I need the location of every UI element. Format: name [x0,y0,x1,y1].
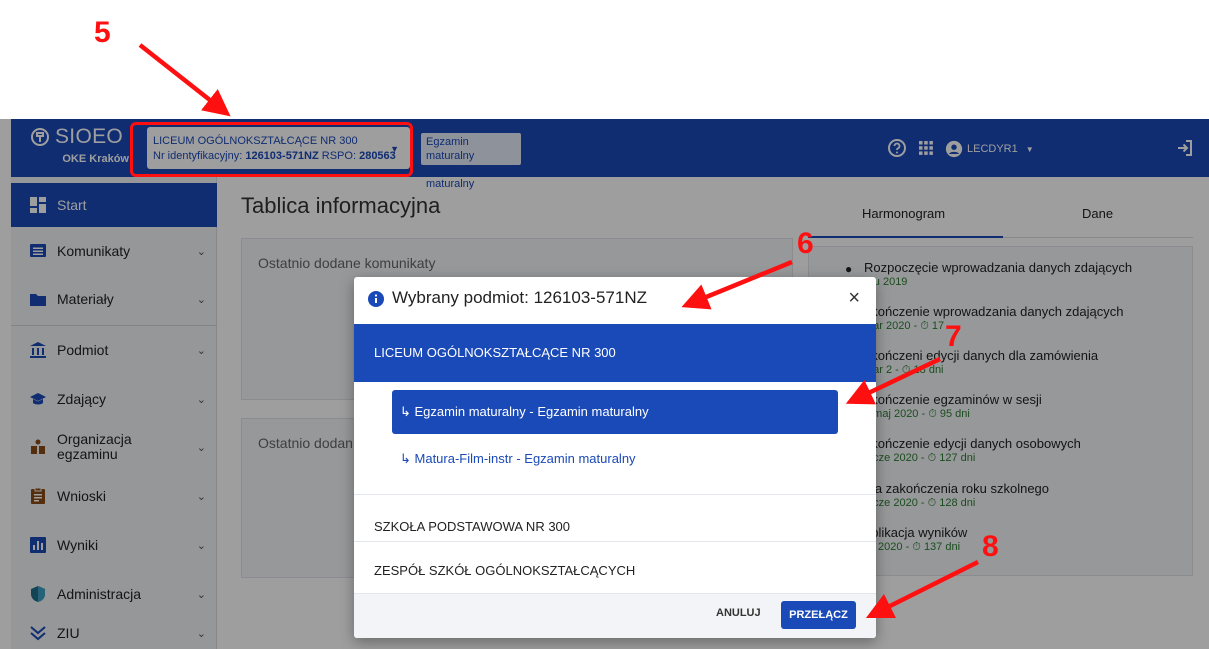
annotation-highlight-box [130,122,413,177]
dialog-title: Wybrany podmiot: 126103-571NZ [392,288,647,307]
exam-option-selected[interactable]: ↳ Egzamin maturalny - Egzamin maturalny [392,390,838,434]
screen: SIOEO OKE Kraków LICEUM OGÓLNOKSZTAŁCĄCE… [0,0,1209,649]
dialog-footer: ANULUJ PRZEŁĄCZ [354,593,876,638]
divider [354,541,876,542]
annotation-number-5: 5 [94,16,111,49]
dialog-header: Wybrany podmiot: 126103-571NZ × [354,277,876,323]
divider [354,494,876,495]
switch-button[interactable]: PRZEŁĄCZ [781,601,856,629]
cancel-button[interactable]: ANULUJ [716,607,761,619]
annotation-number-7: 7 [945,320,962,353]
exam-option[interactable]: ↳ Matura-Film-instr - Egzamin maturalny [392,437,838,481]
annotation-number-8: 8 [982,530,999,563]
entity-group-selected[interactable]: LICEUM OGÓLNOKSZTAŁCĄCE NR 300 [354,324,876,382]
annotation-number-6: 6 [797,227,814,260]
info-icon [368,291,384,307]
screenshot-margin [0,0,1209,119]
entity-group-item[interactable]: SZKOŁA PODSTAWOWA NR 300 [354,502,876,550]
close-icon[interactable]: × [848,288,860,308]
select-entity-dialog: Wybrany podmiot: 126103-571NZ × LICEUM O… [354,277,876,638]
entity-group-item[interactable]: ZESPÓŁ SZKÓŁ OGÓLNOKSZTAŁCĄCYCH [354,546,876,594]
